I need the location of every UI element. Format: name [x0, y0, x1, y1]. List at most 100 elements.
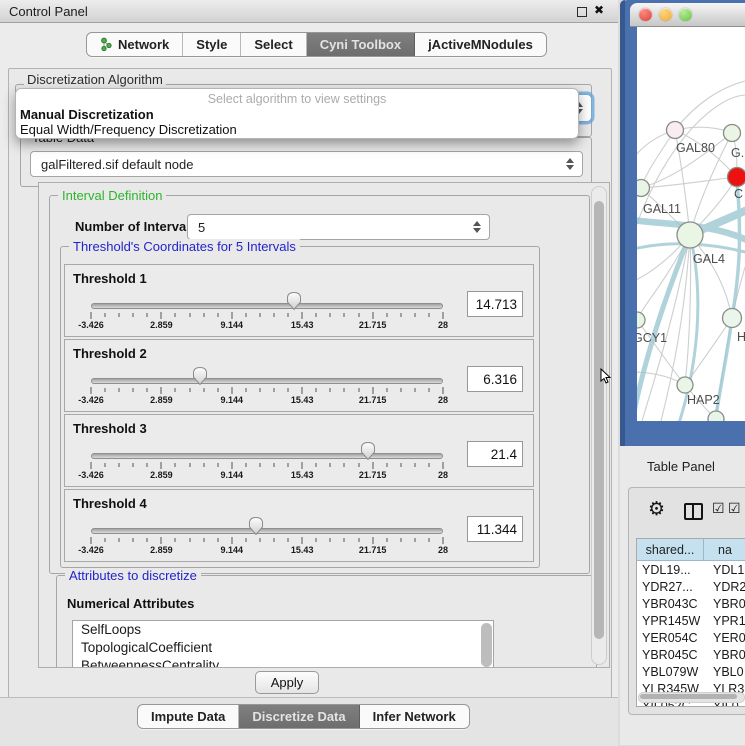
- tick-label: 21.715: [359, 545, 387, 555]
- tick-label: 28: [438, 320, 448, 330]
- table-row[interactable]: YBL079WYBL0: [637, 663, 745, 680]
- table-row[interactable]: YBR045CYBR0: [637, 646, 745, 663]
- threshold-value-field[interactable]: 21.4: [467, 441, 523, 467]
- window-title: Control Panel: [9, 4, 88, 19]
- tab-label: jActiveMNodules: [428, 37, 533, 52]
- network-node-label: HAP2: [687, 393, 720, 407]
- cell-shared-name: YBR043C: [637, 595, 708, 612]
- table-row[interactable]: YBR043CYBR0: [637, 595, 745, 612]
- network-node-label: GAL80: [676, 141, 715, 155]
- network-node[interactable]: [667, 122, 684, 139]
- dropdown-option[interactable]: Manual Discretization: [20, 107, 154, 122]
- split-columns-icon[interactable]: [684, 503, 703, 520]
- tab-cyni-toolbox[interactable]: Cyni Toolbox: [307, 33, 415, 56]
- network-node[interactable]: [677, 222, 703, 248]
- control-panel-window: Control Panel ✖ NetworkStyleSelect Cyni T…: [0, 0, 618, 745]
- table-row[interactable]: YER054CYER0: [637, 629, 745, 646]
- checkbox-icon[interactable]: ☑: [728, 501, 741, 517]
- tick-label: -3.426: [78, 470, 104, 480]
- table-data-combobox[interactable]: galFiltered.sif default node: [30, 151, 583, 177]
- cell-shared-name: YDR27...: [637, 578, 708, 595]
- tab-label: Cyni Toolbox: [320, 37, 401, 52]
- apply-button[interactable]: Apply: [255, 671, 319, 694]
- network-node-label: C: [734, 187, 743, 201]
- column-header-name[interactable]: na: [704, 539, 745, 560]
- numerical-attributes-list[interactable]: SelfLoopsTopologicalCoefficientBetweenne…: [72, 620, 494, 668]
- cell-shared-name: YER054C: [637, 629, 708, 646]
- close-traffic-light-icon[interactable]: [639, 8, 652, 21]
- cell-shared-name: YDL19...: [637, 561, 708, 578]
- table-data-value: galFiltered.sif default node: [41, 157, 193, 172]
- combobox-stepper-icon: [472, 220, 481, 234]
- threshold-value-field[interactable]: 6.316: [467, 366, 523, 392]
- threshold-rows: Threshold 1-3.4262.8599.14415.4321.71528…: [64, 264, 534, 564]
- threshold-slider-track[interactable]: [91, 528, 443, 534]
- screenshot-root: { "window": {"title": "Control Panel"}, …: [0, 0, 745, 745]
- tab-select[interactable]: Select: [241, 33, 306, 56]
- settings-scroll-panel: Interval Definition Number of Intervals …: [38, 182, 610, 668]
- threshold-value-field[interactable]: 14.713: [467, 291, 523, 317]
- number-of-intervals-combobox[interactable]: 5: [187, 214, 490, 240]
- bottom-tab-bar: Impute DataDiscretize DataInfer Network: [137, 704, 470, 729]
- threshold-slider-knob[interactable]: [286, 291, 302, 311]
- threshold-value-field[interactable]: 11.344: [467, 516, 523, 542]
- attribute-list-item[interactable]: BetweennessCentrality: [73, 657, 493, 668]
- network-node[interactable]: [728, 168, 745, 187]
- tick-label: 21.715: [359, 395, 387, 405]
- threshold-slider-track[interactable]: [91, 378, 443, 384]
- threshold-slider-track[interactable]: [91, 453, 443, 459]
- tick-label: 15.43: [291, 395, 314, 405]
- dropdown-placeholder: Select algorithm to view settings: [16, 92, 578, 106]
- network-canvas[interactable]: GAL80G.CGAL11GAL4GCY1HHAP2: [637, 27, 745, 421]
- checkbox-icon[interactable]: ☑: [712, 501, 725, 517]
- attributes-list-scrollbar[interactable]: [481, 623, 492, 667]
- tick-label: 15.43: [291, 320, 314, 330]
- network-node[interactable]: [677, 377, 693, 393]
- node-attribute-table[interactable]: shared... na YDL19...YDL1YDR27...YDR2YBR…: [636, 538, 745, 707]
- settings-vertical-scrollbar[interactable]: [591, 186, 607, 665]
- tab-style[interactable]: Style: [183, 33, 241, 56]
- close-icon[interactable]: ✖: [594, 3, 604, 17]
- float-window-icon[interactable]: [577, 7, 587, 17]
- tick-label: 9.144: [221, 545, 244, 555]
- network-node[interactable]: [708, 411, 724, 421]
- table-row[interactable]: YDL19...YDL1: [637, 561, 745, 578]
- tab-network[interactable]: Network: [87, 33, 183, 56]
- interval-definition-group: Interval Definition Number of Intervals …: [49, 195, 590, 574]
- threshold-panel: Threshold 1-3.4262.8599.14415.4321.71528…: [64, 264, 534, 337]
- tab-discretize-data[interactable]: Discretize Data: [239, 705, 359, 728]
- threshold-slider-knob[interactable]: [192, 366, 208, 386]
- threshold-slider-track[interactable]: [91, 303, 443, 309]
- thresholds-group: Threshold's Coordinates for 5 Intervals …: [60, 246, 540, 568]
- tab-infer-network[interactable]: Infer Network: [360, 705, 469, 728]
- threshold-slider-ticks: -3.4262.8599.14415.4321.71528: [91, 387, 443, 395]
- network-node[interactable]: [724, 125, 741, 142]
- zoom-traffic-light-icon[interactable]: [679, 8, 692, 21]
- network-node[interactable]: [637, 180, 650, 197]
- threshold-panel: Threshold 4-3.4262.8599.14415.4321.71528…: [64, 489, 534, 562]
- threshold-label: Threshold 3: [73, 421, 147, 436]
- network-node-label: GCY1: [637, 331, 667, 345]
- number-of-intervals-value: 5: [198, 220, 205, 235]
- network-node[interactable]: [637, 312, 645, 328]
- table-horizontal-scrollbar[interactable]: [638, 692, 745, 703]
- dropdown-option[interactable]: Equal Width/Frequency Discretization: [20, 122, 237, 137]
- table-row[interactable]: YPR145WYPR1: [637, 612, 745, 629]
- numerical-attributes-label: Numerical Attributes: [67, 596, 194, 611]
- window-frame-edge: [620, 0, 625, 446]
- threshold-label: Threshold 4: [73, 496, 147, 511]
- threshold-slider-knob[interactable]: [360, 441, 376, 461]
- attribute-list-item[interactable]: TopologicalCoefficient: [73, 639, 493, 657]
- tick-label: 28: [438, 545, 448, 555]
- attributes-group: Attributes to discretize Numerical Attri…: [56, 575, 597, 668]
- column-header-shared-name[interactable]: shared...: [637, 539, 704, 560]
- network-node[interactable]: [723, 309, 742, 328]
- table-row[interactable]: YDR27...YDR2: [637, 578, 745, 595]
- tab-impute-data[interactable]: Impute Data: [138, 705, 239, 728]
- tab-jactivemnodules[interactable]: jActiveMNodules: [415, 33, 546, 56]
- minimize-traffic-light-icon[interactable]: [659, 8, 672, 21]
- network-icon: [100, 37, 113, 52]
- gear-icon[interactable]: ⚙: [648, 498, 665, 520]
- attribute-list-item[interactable]: SelfLoops: [73, 621, 493, 639]
- threshold-slider-knob[interactable]: [248, 516, 264, 536]
